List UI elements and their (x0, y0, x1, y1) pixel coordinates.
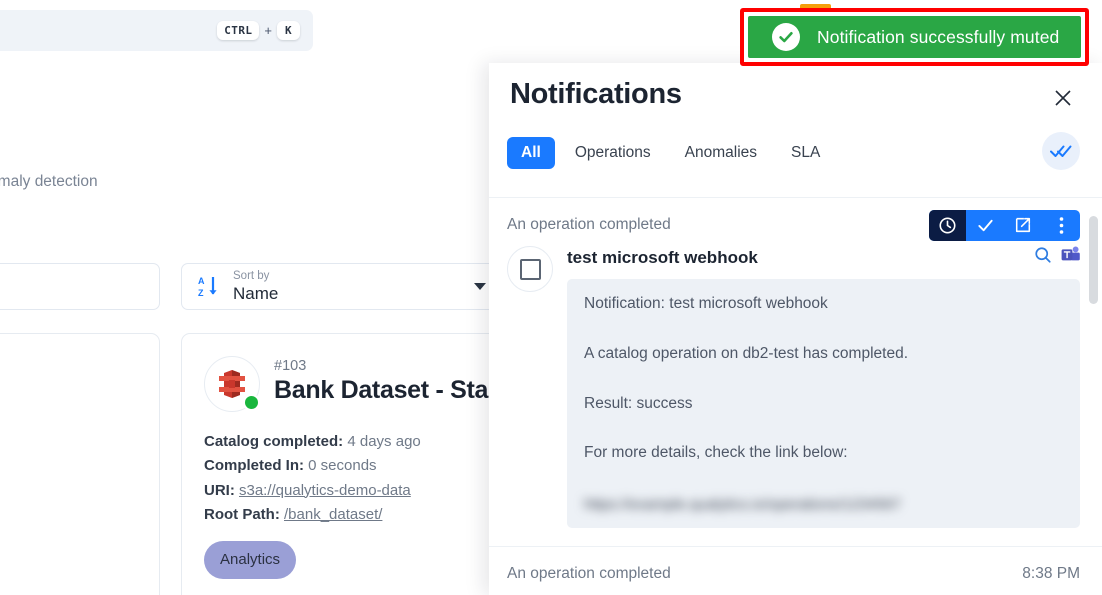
notification-title: test microsoft webhook (567, 247, 758, 267)
check-icon[interactable] (966, 210, 1004, 241)
close-icon[interactable] (1050, 85, 1076, 111)
kebab-menu-icon[interactable] (1042, 210, 1080, 241)
notification-message: Notification: test microsoft webhook A c… (567, 279, 1080, 528)
sort-by-label: Sort by (233, 270, 270, 283)
message-line: For more details, check the link below: (584, 444, 848, 462)
mark-all-read-button[interactable] (1042, 132, 1080, 170)
notification-channel-icons (1034, 246, 1080, 269)
meta-value: 4 days ago (347, 433, 421, 450)
notification-title-row: test microsoft webhook (567, 246, 1080, 269)
meta-label: Completed In: (204, 457, 304, 475)
notification-kicker: An operation completed (507, 565, 671, 582)
datastore-meta: Catalog completed: 4 days ago Completed … (204, 430, 478, 580)
datastore-card-partial[interactable]: com (0, 333, 160, 595)
card-titles: #103 Bank Dataset - Stagi (274, 356, 510, 405)
datastore-root-path-link[interactable]: /bank_dataset/ (284, 506, 382, 523)
list-item[interactable]: An operation completed 8:38 PM (489, 547, 1102, 595)
blurred-link[interactable]: https://example.qualytics.io/operations/… (584, 494, 1063, 516)
notifications-list[interactable]: An operation completed test microsoft we… (489, 198, 1102, 595)
meta-label: URI: (204, 481, 235, 499)
tab-anomalies[interactable]: Anomalies (671, 137, 771, 169)
filter-input[interactable] (0, 263, 160, 310)
toolbar-row: A Z Sort by Name (0, 263, 501, 310)
kbd-k: K (276, 21, 300, 40)
notification-kicker: An operation completed (507, 216, 671, 233)
message-line: Result: success (584, 394, 693, 412)
avatar (204, 356, 260, 412)
tab-all[interactable]: All (507, 137, 555, 169)
kbd-ctrl: CTRL (217, 21, 260, 40)
toast-notification[interactable]: Notification successfully muted (748, 16, 1081, 58)
sort-alpha-asc-icon: A Z (198, 276, 217, 298)
card-header: #103 Bank Dataset - Stagi (204, 356, 510, 412)
search-shortcut: CTRL + K (217, 21, 300, 40)
microsoft-teams-icon[interactable] (1061, 246, 1080, 269)
meta-row: Catalog completed: 4 days ago (204, 430, 478, 454)
notification-time: 8:38 PM (1022, 565, 1080, 582)
double-check-icon (1050, 145, 1072, 157)
external-link-icon[interactable] (1004, 210, 1042, 241)
sort-by-text: Sort by Name (233, 270, 461, 303)
meta-label: Catalog completed: (204, 433, 344, 450)
notification-top-row: An operation completed (507, 209, 1080, 241)
notification-select-checkbox[interactable] (507, 246, 553, 292)
datastore-id: #103 (274, 358, 307, 374)
message-line: A catalog operation on db2-test has comp… (584, 344, 908, 362)
meta-value: 0 seconds (308, 457, 377, 475)
status-dot-online (243, 394, 260, 411)
page-subtitle: a quality analysis, monitoring, and anom… (0, 173, 98, 190)
notification-top-row: An operation completed 8:38 PM (507, 561, 1080, 587)
notification-tabs: All Operations Anomalies SLA (507, 137, 834, 169)
message-line: Notification: test microsoft webhook (584, 295, 828, 312)
notifications-panel-header: Notifications All Operations Anomalies S… (489, 63, 1102, 198)
datastore-card[interactable]: #103 Bank Dataset - Stagi Catalog comple… (181, 333, 510, 595)
panel-scrollbar[interactable] (1089, 210, 1098, 590)
meta-row: Completed In: 0 seconds (204, 454, 478, 478)
datastore-tag[interactable]: Analytics (204, 541, 297, 580)
toast-message: Notification successfully muted (817, 26, 1060, 47)
notification-content: test microsoft webhook Notification: tes… (567, 246, 1080, 528)
panel-scrollbar-thumb[interactable] (1089, 216, 1098, 304)
checkbox-unchecked-icon (519, 258, 541, 280)
meta-label: Root Path: (204, 505, 280, 523)
aws-s3-bucket-icon (219, 370, 245, 398)
notification-body: test microsoft webhook Notification: tes… (507, 246, 1080, 528)
sort-by-select[interactable]: A Z Sort by Name (181, 263, 501, 310)
tab-sla[interactable]: SLA (777, 137, 834, 169)
chevron-down-icon[interactable] (474, 283, 486, 290)
datastore-cards: com (0, 333, 510, 595)
check-circle-icon (772, 23, 800, 51)
datastore-name: Bank Dataset - Stagi (274, 376, 510, 404)
tab-operations[interactable]: Operations (561, 137, 665, 169)
clock-snooze-icon[interactable] (929, 209, 966, 241)
meta-row: Root Path: /bank_dataset/ (204, 503, 478, 527)
sort-by-value: Name (233, 283, 279, 303)
search-icon[interactable] (1034, 246, 1052, 269)
meta-row: URI: s3a://qualytics-demo-data (204, 479, 478, 503)
notification-actions (929, 209, 1080, 241)
panel-title: Notifications (510, 78, 682, 110)
kbd-plus: + (264, 23, 272, 38)
screen: and fields CTRL + K tores a quality anal… (0, 0, 1102, 595)
datastore-uri-link[interactable]: s3a://qualytics-demo-data (239, 482, 411, 499)
notifications-panel: Notifications All Operations Anomalies S… (489, 63, 1102, 595)
svg-text:A: A (198, 276, 205, 286)
search-placeholder: and fields (0, 22, 217, 40)
toast-highlight-box: Notification successfully muted (740, 8, 1089, 66)
search-input[interactable]: and fields CTRL + K (0, 10, 313, 51)
svg-text:Z: Z (198, 288, 204, 298)
list-item[interactable]: An operation completed test microsoft we… (489, 198, 1102, 546)
